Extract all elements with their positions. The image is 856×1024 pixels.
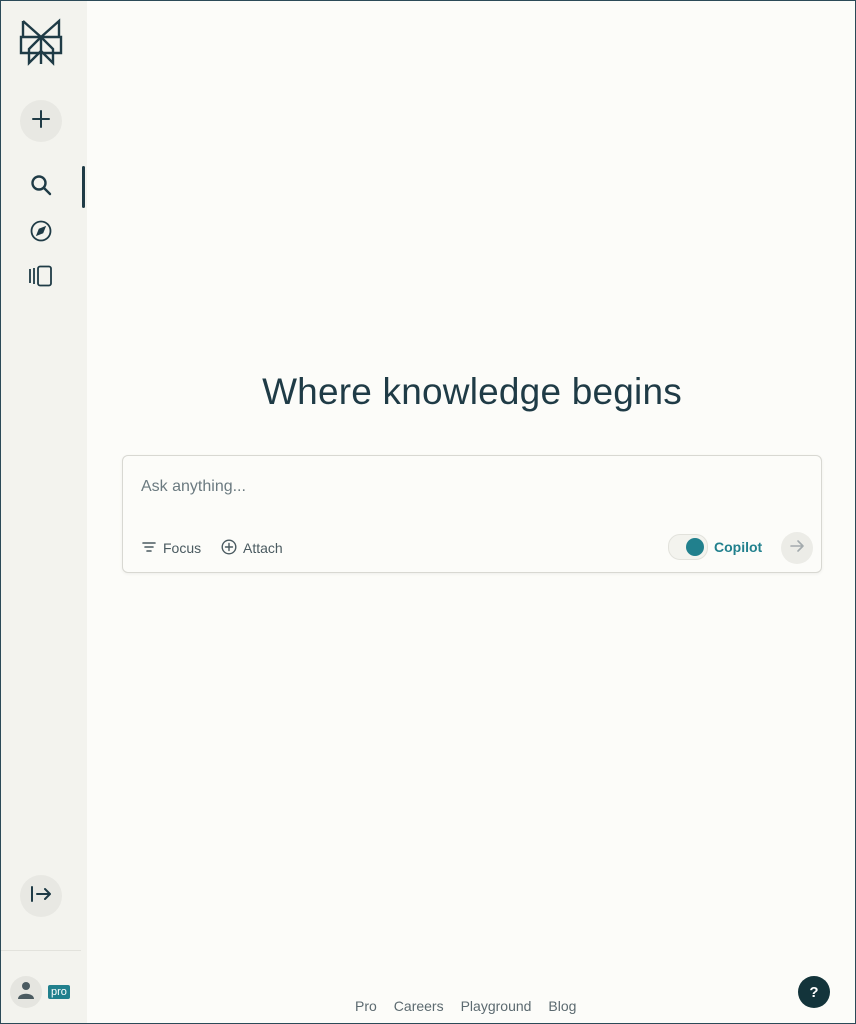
- sidebar: pro: [1, 1, 87, 1023]
- library-icon: [28, 265, 54, 292]
- footer-link-playground[interactable]: Playground: [461, 998, 532, 1014]
- sidebar-item-discover[interactable]: [21, 215, 61, 251]
- pro-badge: pro: [48, 985, 70, 999]
- plus-circle-icon: [221, 538, 237, 558]
- footer-link-careers[interactable]: Careers: [394, 998, 444, 1014]
- footer-link-pro[interactable]: Pro: [355, 998, 377, 1014]
- copilot-label[interactable]: Copilot: [714, 539, 762, 555]
- user-avatar[interactable]: [10, 976, 42, 1008]
- search-box: Focus Attach Copilot: [122, 455, 822, 573]
- filter-lines-icon: [141, 540, 157, 557]
- focus-label: Focus: [163, 540, 202, 556]
- help-button[interactable]: ?: [798, 976, 830, 1008]
- new-thread-button[interactable]: [20, 100, 62, 142]
- footer-links: Pro Careers Playground Blog: [355, 998, 576, 1014]
- sidebar-divider: [1, 950, 81, 951]
- search-icon: [30, 174, 52, 201]
- attach-label: Attach: [243, 540, 283, 556]
- submit-button[interactable]: [781, 532, 813, 564]
- plus-icon: [31, 109, 51, 134]
- app-window: pro Where knowledge begins Focus Attach: [0, 0, 856, 1024]
- expand-sidebar-button[interactable]: [20, 875, 62, 917]
- compass-icon: [30, 220, 52, 247]
- toggle-knob: [686, 538, 704, 556]
- active-nav-indicator: [82, 166, 85, 208]
- footer-link-blog[interactable]: Blog: [548, 998, 576, 1014]
- copilot-toggle-group: Copilot: [668, 534, 762, 560]
- focus-button[interactable]: Focus: [141, 538, 201, 558]
- user-icon: [18, 981, 34, 1004]
- perplexity-logo-icon[interactable]: [19, 17, 63, 67]
- expand-arrow-icon: [30, 885, 52, 908]
- copilot-toggle[interactable]: [668, 534, 708, 560]
- attach-button[interactable]: Attach: [221, 538, 283, 558]
- sidebar-item-library[interactable]: [21, 260, 61, 296]
- sidebar-item-search[interactable]: [21, 169, 61, 205]
- search-input[interactable]: [139, 474, 803, 500]
- page-title: Where knowledge begins: [262, 371, 682, 412]
- arrow-right-icon: [789, 539, 805, 558]
